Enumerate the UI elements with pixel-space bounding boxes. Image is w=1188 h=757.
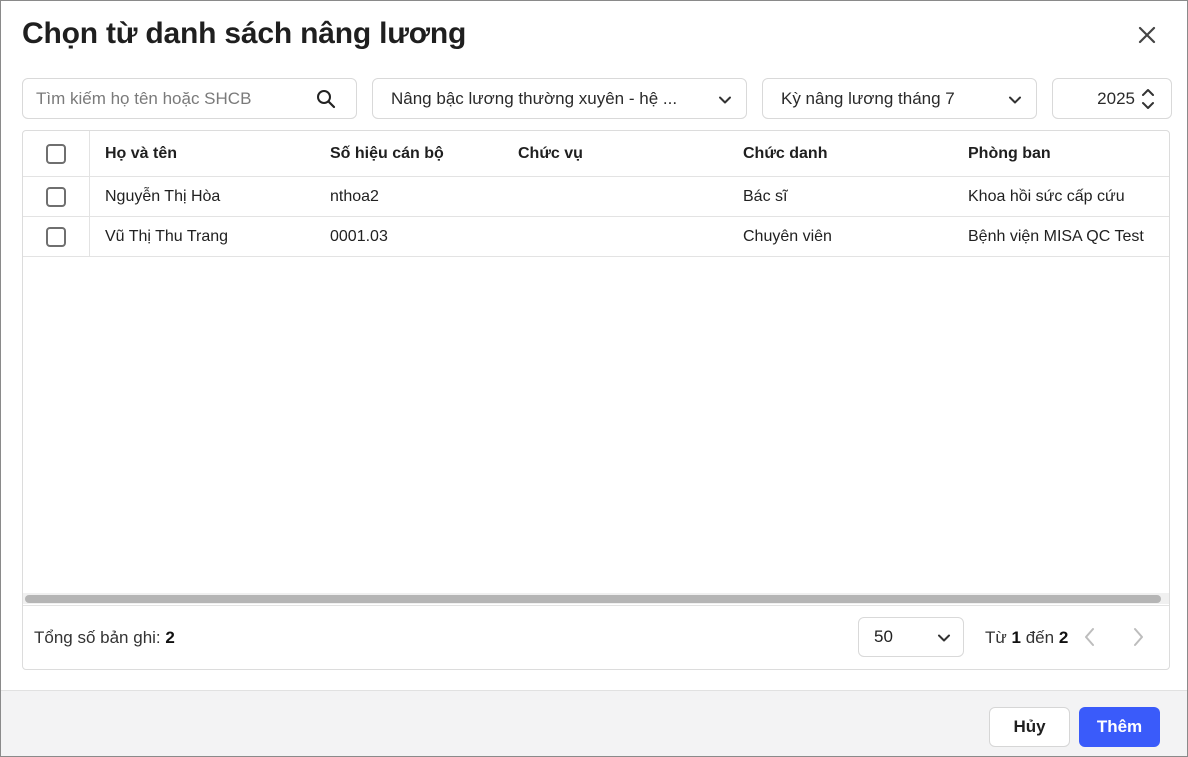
- chevron-right-icon[interactable]: [1130, 626, 1146, 648]
- close-icon: [1138, 26, 1156, 44]
- year-spinner[interactable]: 2025: [1052, 78, 1172, 119]
- column-header-position[interactable]: Chức vụ: [518, 131, 583, 176]
- select-all-checkbox[interactable]: [46, 143, 66, 164]
- column-header-title[interactable]: Chức danh: [743, 131, 827, 176]
- column-header-name[interactable]: Họ và tên: [105, 131, 177, 176]
- search-field[interactable]: [22, 78, 357, 119]
- add-button[interactable]: Thêm: [1079, 707, 1160, 747]
- cell-title: Bác sĩ: [743, 187, 788, 205]
- row-checkbox-cell: [23, 177, 90, 216]
- chevron-left-icon[interactable]: [1082, 626, 1098, 648]
- salary-period-value: Kỳ nâng lương tháng 7: [781, 88, 955, 108]
- cell-title: Chuyên viên: [743, 227, 832, 245]
- search-input[interactable]: [36, 88, 306, 109]
- row-checkbox[interactable]: [46, 226, 66, 247]
- range-to-label: đến: [1025, 628, 1055, 647]
- horizontal-scrollbar[interactable]: [23, 593, 1169, 604]
- cell-name: Vũ Thị Thu Trang: [105, 227, 229, 245]
- salary-type-select[interactable]: Nâng bậc lương thường xuyên - hệ ...: [372, 78, 747, 119]
- chevron-down-icon: [938, 634, 950, 642]
- range-from: 1: [1011, 628, 1021, 647]
- total-records-count: 2: [165, 628, 175, 647]
- range-to: 2: [1058, 628, 1069, 647]
- column-header-code[interactable]: Số hiệu cán bộ: [330, 131, 444, 176]
- cell-department: Bệnh viện MISA QC Test: [968, 227, 1144, 245]
- salary-type-value: Nâng bậc lương thường xuyên - hệ ...: [391, 88, 678, 108]
- table-footer: Tổng số bản ghi: 2 50 Từ 1 đến 2: [23, 605, 1169, 669]
- cell-code: nthoa2: [330, 187, 379, 205]
- total-records-label: Tổng số bản ghi:: [34, 628, 161, 647]
- cell-department: Khoa hồi sức cấp cứu: [968, 187, 1125, 205]
- row-checkbox[interactable]: [46, 186, 66, 207]
- scrollbar-thumb[interactable]: [25, 595, 1161, 603]
- dialog-title: Chọn từ danh sách nâng lương: [22, 17, 467, 50]
- page-size-value: 50: [874, 627, 893, 646]
- table-header: Họ và tên Số hiệu cán bộ Chức vụ Chức da…: [23, 131, 1169, 177]
- select-salary-list-dialog: Chọn từ danh sách nâng lương Nâng bậc lư…: [0, 0, 1188, 757]
- range-from-label: Từ: [985, 628, 1007, 647]
- spinner-updown-icon[interactable]: [1141, 85, 1155, 113]
- chevron-down-icon: [1009, 96, 1021, 104]
- total-records: Tổng số bản ghi: 2: [34, 628, 175, 648]
- chevron-down-icon: [719, 96, 731, 104]
- year-value: 2025: [1097, 88, 1135, 108]
- page-range: Từ 1 đến 2: [985, 628, 1068, 648]
- cell-code: 0001.03: [330, 227, 388, 245]
- dialog-footer: Hủy Thêm: [1, 690, 1187, 756]
- table-row[interactable]: Vũ Thị Thu Trang 0001.03 Chuyên viên Bện…: [23, 217, 1169, 257]
- table-row[interactable]: Nguyễn Thị Hòa nthoa2 Bác sĩ Khoa hồi sứ…: [23, 177, 1169, 217]
- page-size-select[interactable]: 50: [858, 617, 964, 657]
- column-header-department[interactable]: Phòng ban: [968, 131, 1051, 176]
- employee-table: Họ và tên Số hiệu cán bộ Chức vụ Chức da…: [22, 130, 1170, 670]
- cell-name: Nguyễn Thị Hòa: [105, 187, 221, 205]
- row-checkbox-cell: [23, 217, 90, 256]
- cancel-button[interactable]: Hủy: [989, 707, 1070, 747]
- salary-period-select[interactable]: Kỳ nâng lương tháng 7: [762, 78, 1037, 119]
- search-icon[interactable]: [316, 89, 336, 109]
- header-checkbox-cell: [23, 131, 90, 176]
- close-button[interactable]: [1133, 21, 1161, 49]
